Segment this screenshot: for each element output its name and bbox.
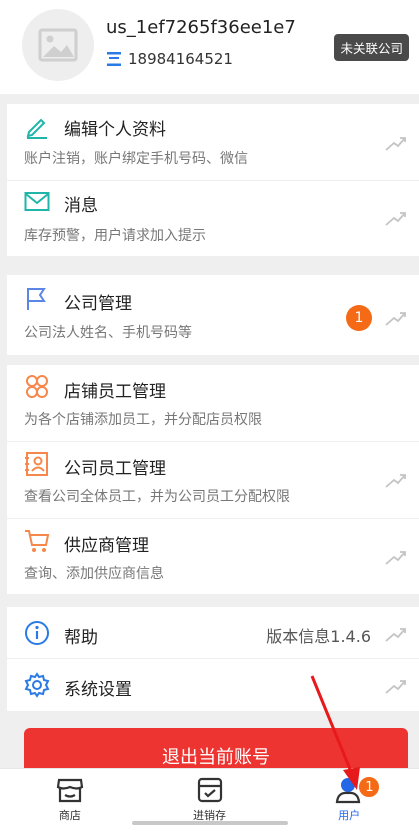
store-icon <box>56 778 84 803</box>
system-card: 帮助 版本信息1.4.6 系统设置 <box>7 607 419 711</box>
flag-icon <box>24 286 50 312</box>
gear-icon <box>24 672 50 698</box>
menu-item-supplier[interactable]: 供应商管理 查询、添加供应商信息 <box>7 519 419 594</box>
chevron-trend-icon <box>385 551 406 565</box>
menu-subtitle: 查看公司全体员工，并为公司员工分配权限 <box>24 489 290 505</box>
chevron-trend-icon <box>385 474 406 488</box>
chevron-trend-icon <box>385 137 406 151</box>
management-card: 店铺员工管理 为各个店铺添加员工，并分配店员权限 公司员工管理 查看公司全体员工… <box>7 365 419 594</box>
pencil-icon <box>24 113 50 139</box>
tab-notification-badge: 1 <box>357 775 382 799</box>
menu-item-company[interactable]: 公司管理 公司法人姓名、手机号码等 1 <box>7 275 419 355</box>
menu-item-company-staff[interactable]: 公司员工管理 查看公司全体员工，并为公司员工分配权限 <box>7 442 419 519</box>
phone-icon <box>107 52 121 66</box>
cart-icon <box>24 528 50 554</box>
menu-item-edit-profile[interactable]: 编辑个人资料 账户注销，账户绑定手机号码、微信 <box>7 104 419 181</box>
company-card: 公司管理 公司法人姓名、手机号码等 1 <box>7 275 419 355</box>
envelope-icon <box>24 189 50 215</box>
chevron-trend-icon <box>385 312 406 326</box>
tab-inventory[interactable]: 进销存 <box>140 769 280 836</box>
version-text: 版本信息1.4.6 <box>266 627 371 646</box>
id-card-icon <box>24 451 50 477</box>
menu-item-messages[interactable]: 消息 库存预警，用户请求加入提示 <box>7 181 419 256</box>
image-placeholder-icon <box>38 28 78 62</box>
menu-title: 店铺员工管理 <box>64 382 166 402</box>
tab-user[interactable]: 用户 1 <box>279 769 419 836</box>
menu-item-help[interactable]: 帮助 版本信息1.4.6 <box>7 607 419 659</box>
menu-subtitle: 查询、添加供应商信息 <box>24 566 164 582</box>
menu-subtitle: 公司法人姓名、手机号码等 <box>24 325 192 341</box>
menu-title: 消息 <box>64 196 98 216</box>
phone-number: 18984164521 <box>128 50 233 68</box>
tab-label: 用户 <box>338 809 361 822</box>
notification-badge: 1 <box>346 305 372 331</box>
menu-title: 编辑个人资料 <box>64 120 166 140</box>
home-indicator <box>132 821 288 825</box>
avatar[interactable] <box>22 9 94 81</box>
account-card: 编辑个人资料 账户注销，账户绑定手机号码、微信 消息 库存预警，用户请求加入提示 <box>7 104 419 256</box>
tab-bar: 商店 进销存 用户 1 <box>0 768 419 836</box>
phone-row: 18984164521 <box>106 50 233 68</box>
menu-title: 公司员工管理 <box>64 459 166 479</box>
menu-subtitle: 为各个店铺添加员工，并分配店员权限 <box>24 412 262 428</box>
chevron-trend-icon <box>385 680 406 694</box>
menu-item-settings[interactable]: 系统设置 <box>7 659 419 711</box>
info-icon <box>24 620 50 646</box>
menu-subtitle: 账户注销，账户绑定手机号码、微信 <box>24 151 248 167</box>
menu-title: 供应商管理 <box>64 536 149 556</box>
company-status-badge[interactable]: 未关联公司 <box>334 34 409 61</box>
tab-store[interactable]: 商店 <box>0 769 140 836</box>
menu-item-store-staff[interactable]: 店铺员工管理 为各个店铺添加员工，并分配店员权限 <box>7 365 419 442</box>
menu-title: 公司管理 <box>64 294 132 314</box>
chevron-trend-icon <box>385 212 406 226</box>
menu-subtitle: 库存预警，用户请求加入提示 <box>24 228 206 244</box>
username: us_1ef7265f36ee1e7 <box>106 17 296 38</box>
inventory-icon <box>197 777 222 803</box>
menu-title: 系统设置 <box>64 680 132 700</box>
chevron-trend-icon <box>385 628 406 642</box>
store-staff-icon <box>24 374 50 400</box>
menu-title: 帮助 <box>64 628 98 648</box>
tab-label: 商店 <box>58 809 81 822</box>
profile-header: us_1ef7265f36ee1e7 18984164521 未关联公司 <box>0 0 419 94</box>
